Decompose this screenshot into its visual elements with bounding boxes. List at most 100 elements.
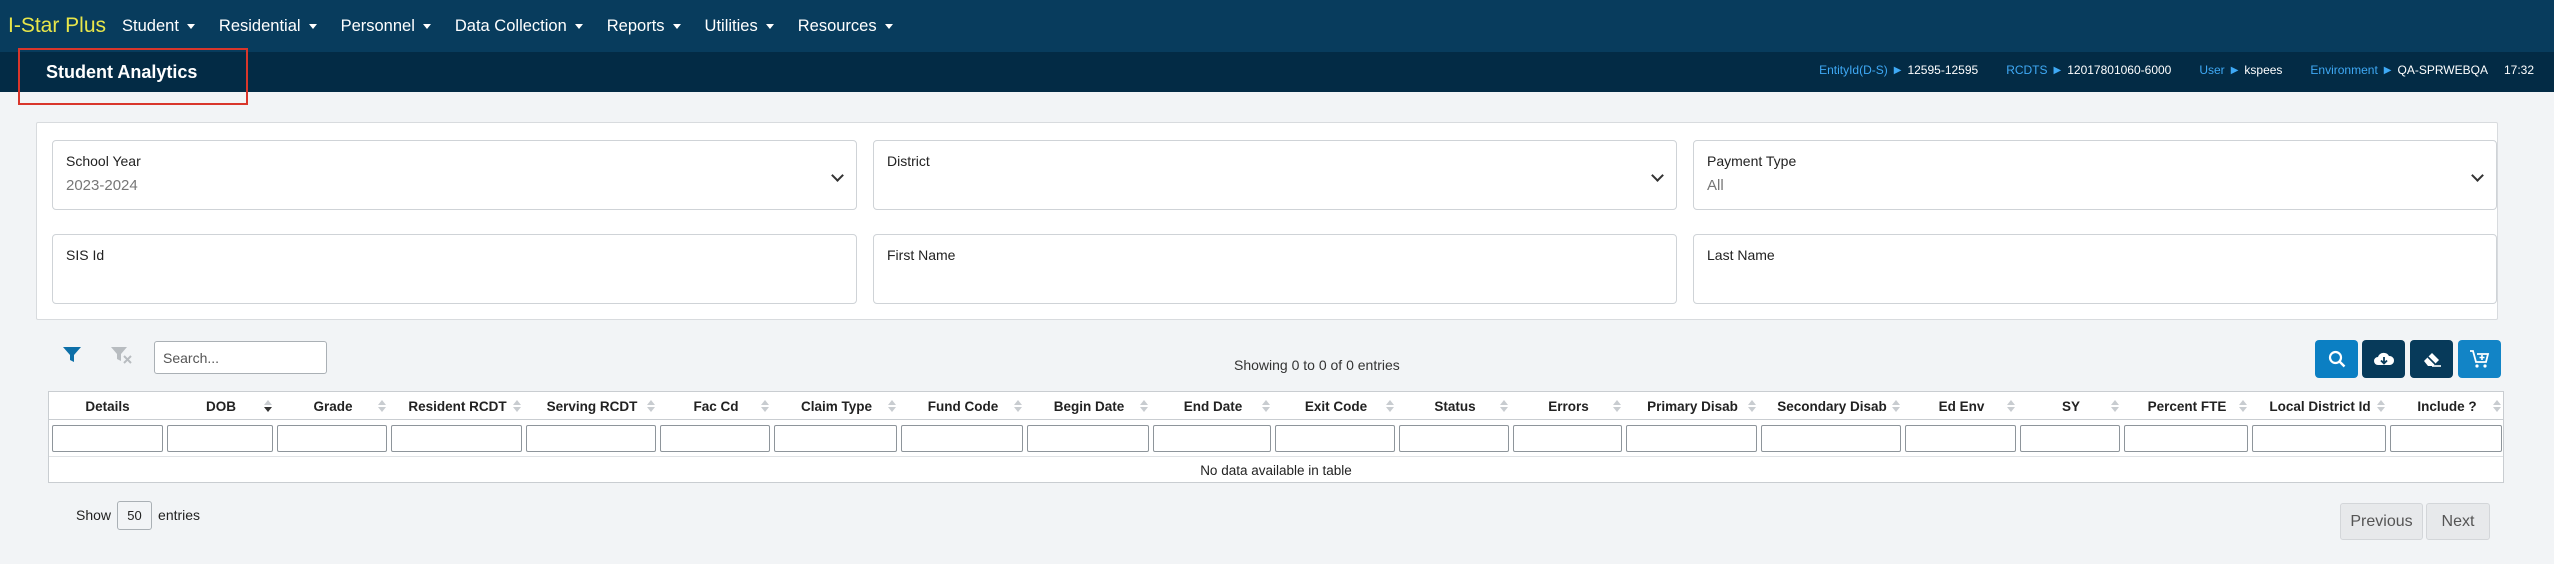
column-filter-input[interactable]: [1626, 425, 1757, 452]
environment-label: Environment: [2310, 63, 2378, 77]
column-filter-input[interactable]: [1399, 425, 1509, 452]
column-filter-input[interactable]: [660, 425, 770, 452]
column-header[interactable]: Status: [1398, 392, 1512, 420]
column-header[interactable]: Begin Date: [1026, 392, 1152, 420]
sort-icon: [1140, 400, 1148, 412]
nav-utilities[interactable]: Utilities: [705, 17, 774, 36]
column-header[interactable]: Percent FTE: [2123, 392, 2251, 420]
column-filter-input[interactable]: [2390, 425, 2502, 452]
column-filter-input[interactable]: [901, 425, 1023, 452]
column-header[interactable]: DOB: [166, 392, 276, 420]
column-header[interactable]: Grade: [276, 392, 390, 420]
column-header-label: Ed Env: [1938, 398, 1985, 414]
previous-page-button[interactable]: Previous: [2340, 503, 2423, 540]
clear-filter-icon[interactable]: [110, 346, 132, 364]
add-to-cart-button[interactable]: [2458, 340, 2501, 378]
column-header-label: DOB: [206, 398, 236, 414]
column-filter-input[interactable]: [2252, 425, 2386, 452]
nav-reports[interactable]: Reports: [607, 17, 681, 36]
next-page-button[interactable]: Next: [2426, 503, 2490, 540]
nav-resources[interactable]: Resources: [798, 17, 893, 36]
column-filter-input[interactable]: [1761, 425, 1901, 452]
column-header[interactable]: Primary Disab: [1625, 392, 1760, 420]
column-header[interactable]: End Date: [1152, 392, 1274, 420]
column-filter-input[interactable]: [1027, 425, 1149, 452]
column-header[interactable]: Claim Type: [773, 392, 900, 420]
payment-type-select[interactable]: Payment Type All: [1693, 140, 2497, 210]
download-button[interactable]: [2362, 340, 2405, 378]
column-filter-input[interactable]: [774, 425, 897, 452]
column-header-label: Fac Cd: [693, 398, 739, 414]
column-header[interactable]: Fund Code: [900, 392, 1026, 420]
column-header[interactable]: Local District Id: [2251, 392, 2389, 420]
sort-icon: [2493, 400, 2501, 412]
column-header-label: Include ?: [2417, 398, 2477, 414]
eraser-icon: [2423, 353, 2441, 367]
column-header[interactable]: Details: [49, 392, 166, 420]
rcdts-value: 12017801060-6000: [2067, 63, 2172, 77]
sort-icon: [647, 400, 655, 412]
show-label: Show: [76, 507, 112, 523]
first-name-field[interactable]: First Name: [873, 234, 1677, 304]
user-label: User: [2199, 63, 2225, 77]
cloud-download-icon: [2373, 352, 2394, 365]
nav-label: Resources: [797, 16, 877, 35]
column-header-label: Fund Code: [927, 398, 999, 414]
clear-button[interactable]: [2410, 340, 2453, 378]
column-filter-input[interactable]: [1513, 425, 1622, 452]
column-filter-input[interactable]: [52, 425, 163, 452]
nav-residential[interactable]: Residential: [219, 17, 317, 36]
column-filter-input[interactable]: [1905, 425, 2016, 452]
field-label: School Year: [66, 153, 141, 169]
chevron-down-icon: [1651, 169, 1664, 182]
arrow-right-icon: ▶: [1893, 64, 1902, 76]
column-filter-input[interactable]: [526, 425, 656, 452]
sort-icon: [888, 400, 896, 412]
table-search-input[interactable]: [154, 341, 327, 374]
nav-personnel[interactable]: Personnel: [341, 17, 431, 36]
column-filter-input[interactable]: [391, 425, 522, 452]
arrow-right-icon: ▶: [2383, 64, 2392, 76]
filter-icon[interactable]: [62, 346, 82, 364]
column-header-label: Grade: [313, 398, 353, 414]
column-header[interactable]: Exit Code: [1274, 392, 1398, 420]
column-filter-input[interactable]: [2020, 425, 2120, 452]
column-header[interactable]: Serving RCDT: [525, 392, 659, 420]
field-value: 2023-2024: [66, 177, 138, 194]
environment-value: QA-SPRWEBQA: [2397, 63, 2488, 77]
nav-student[interactable]: Student: [122, 17, 195, 36]
column-header[interactable]: Ed Env: [1904, 392, 2019, 420]
caret-down-icon: [574, 23, 583, 29]
column-filter-input[interactable]: [2124, 425, 2248, 452]
empty-table-message: No data available in table: [49, 456, 2503, 483]
sort-icon: [513, 400, 521, 412]
sort-icon: [1386, 400, 1394, 412]
page-length-select[interactable]: 50: [117, 500, 153, 530]
column-filter-input[interactable]: [1275, 425, 1395, 452]
column-filter-input[interactable]: [167, 425, 273, 452]
search-button[interactable]: [2315, 340, 2358, 378]
column-header-label: Claim Type: [800, 398, 873, 414]
entity-label: EntityId(D-S): [1819, 63, 1888, 77]
sis-id-field[interactable]: SIS Id: [52, 234, 857, 304]
last-name-field[interactable]: Last Name: [1693, 234, 2497, 304]
column-filter-input[interactable]: [277, 425, 387, 452]
sort-icon: [2239, 400, 2247, 412]
arrow-right-icon: ▶: [2053, 64, 2062, 76]
district-select[interactable]: District: [873, 140, 1677, 210]
column-header[interactable]: SY: [2019, 392, 2123, 420]
nav-data-collection[interactable]: Data Collection: [455, 17, 583, 36]
sort-icon: [1892, 400, 1900, 412]
brand-logo[interactable]: I-Star Plus: [8, 14, 106, 38]
nav-label: Reports: [606, 16, 665, 35]
column-header[interactable]: Errors: [1512, 392, 1625, 420]
top-nav: I-Star Plus Student Residential Personne…: [0, 0, 2554, 52]
column-header[interactable]: Resident RCDT: [390, 392, 525, 420]
column-header[interactable]: Secondary Disab: [1760, 392, 1904, 420]
school-year-select[interactable]: School Year 2023-2024: [52, 140, 857, 210]
table-info: Showing 0 to 0 of 0 entries: [1234, 357, 1400, 373]
column-filter-input[interactable]: [1153, 425, 1271, 452]
column-header[interactable]: Include ?: [2389, 392, 2505, 420]
caret-down-icon: [884, 23, 893, 29]
column-header[interactable]: Fac Cd: [659, 392, 773, 420]
